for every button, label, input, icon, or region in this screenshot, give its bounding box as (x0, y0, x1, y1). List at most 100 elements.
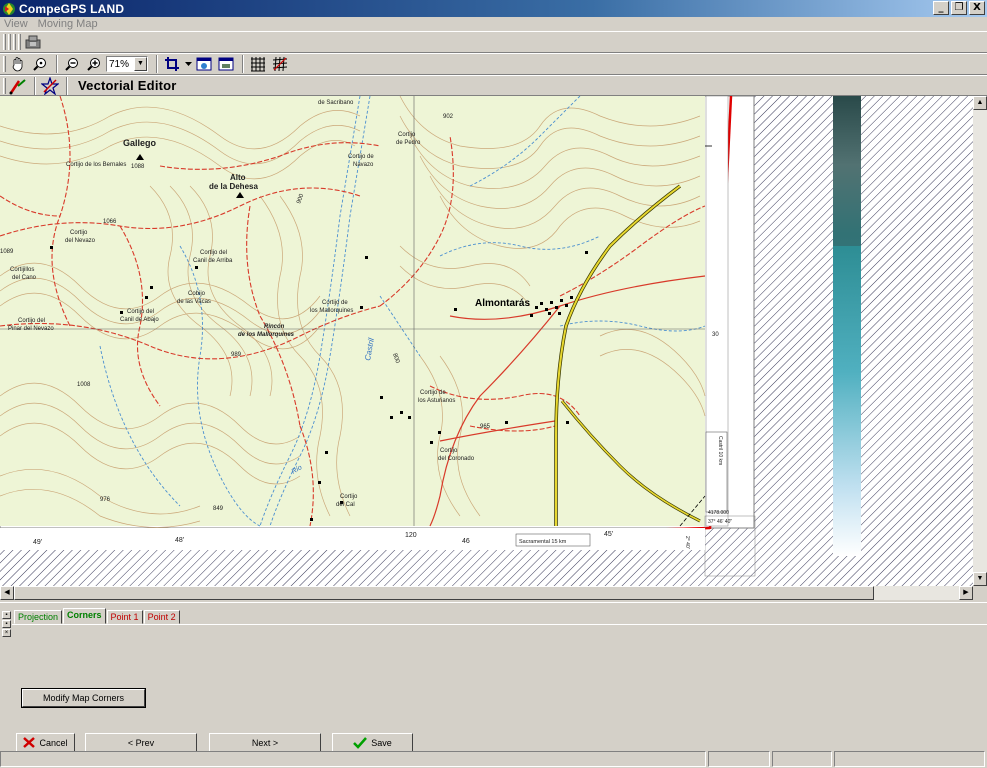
map-label: 1008 (77, 382, 91, 388)
scroll-down-icon[interactable]: ▼ (973, 572, 987, 586)
map-label: Cortijo de (348, 154, 374, 160)
pin-icon[interactable]: ▪ (2, 611, 11, 619)
tab-corners[interactable]: Corners (63, 608, 106, 624)
zoom-out-icon[interactable] (62, 55, 82, 73)
restore-button[interactable]: ❐ (951, 1, 967, 15)
hand-pan-icon[interactable] (8, 55, 28, 73)
title-bar: CompeGPS LAND _ ❐ X (0, 0, 987, 17)
map-label: Cortijillos (10, 267, 34, 273)
gps-device-icon[interactable] (23, 33, 43, 51)
horizontal-scrollbar[interactable]: ◀ ▶ (0, 586, 973, 600)
zoom-center-icon[interactable] (30, 55, 50, 73)
map-label: del Cano (12, 275, 37, 281)
toolbar-grip[interactable] (13, 34, 16, 50)
map-label: 30 (712, 332, 719, 338)
zoom-level-select[interactable]: 71% ▼ (106, 56, 148, 72)
tab-point-1[interactable]: Point 1 (106, 610, 143, 624)
map-window-icon[interactable] (216, 55, 236, 73)
scroll-right-icon[interactable]: ▶ (959, 586, 973, 600)
toolbar-grip[interactable] (8, 34, 11, 50)
cancel-button[interactable]: Cancel (16, 733, 75, 752)
panel-tabs: Projection Corners Point 1 Point 2 (14, 608, 181, 624)
toolbar-grip[interactable] (3, 56, 6, 72)
map-label: 37° 46' 40" (708, 519, 732, 525)
map-label: Cortijo (398, 132, 416, 138)
vertical-scrollbar[interactable]: ▲ ▼ (973, 96, 987, 586)
status-bar (0, 751, 987, 768)
minimize-button[interactable]: _ (933, 1, 949, 15)
close-panel-icon[interactable]: × (2, 629, 11, 637)
status-pane (708, 751, 770, 767)
toolbar-separator (66, 76, 68, 95)
menu-moving-map[interactable]: Moving Map (38, 18, 98, 30)
toolbar-grip[interactable] (3, 34, 6, 50)
modify-map-corners-button[interactable]: Modify Map Corners (21, 688, 146, 708)
grid-icon[interactable] (248, 55, 268, 73)
map-label: Sacramental 15 km (519, 539, 567, 545)
map-label: del Nevazo (65, 238, 96, 244)
map-label: Cobijo (188, 291, 206, 297)
status-pane (772, 751, 832, 767)
window-title: CompeGPS LAND (19, 1, 125, 16)
map-label: Cortijo (70, 230, 88, 236)
chevron-down-icon[interactable]: ▼ (134, 57, 147, 71)
scroll-up-icon[interactable]: ▲ (973, 96, 987, 110)
star-waypoint-icon[interactable] (40, 76, 60, 95)
checkmark-icon (353, 736, 368, 749)
map-label: 1066 (103, 219, 117, 225)
pen-edit-icon[interactable] (8, 77, 28, 95)
map-label: Canil de Arriba (193, 258, 233, 264)
toolbar-separator (242, 55, 244, 73)
map-label: Rincón (264, 324, 285, 330)
map-label: del Cal (336, 502, 355, 508)
map-label: 46 (462, 538, 470, 545)
map-label: Pinar del Nevazo (8, 326, 54, 332)
crop-dropdown-icon[interactable] (184, 55, 192, 73)
map-label: Castril 10 km (717, 436, 723, 465)
next-label: Next > (251, 737, 279, 748)
toolbar-grip[interactable] (18, 34, 21, 50)
menu-view[interactable]: View (4, 18, 28, 30)
map-label: Cortijo (340, 494, 358, 500)
map-label: de la Dehesa (209, 182, 258, 191)
map-label: Canil de Abajo (120, 317, 159, 323)
panel-side-controls: ▪ ▪ × (2, 611, 11, 638)
map-label: 4178.000 (708, 510, 729, 516)
tab-point-2[interactable]: Point 2 (143, 610, 180, 624)
map-label: Cortijo del (200, 250, 227, 256)
toolbar-top (0, 31, 987, 53)
map-label: 45' (604, 531, 613, 538)
utm-grid-icon[interactable] (270, 55, 290, 73)
scroll-thumb[interactable] (14, 586, 874, 600)
map-layers-icon[interactable] (194, 55, 214, 73)
toolbar-grip[interactable] (3, 77, 6, 94)
map-label: 976 (100, 497, 111, 503)
crop-select-icon[interactable] (162, 55, 182, 73)
tab-content-corners (12, 624, 987, 729)
prev-label: < Prev (127, 737, 155, 748)
map-label: Cortijo de los Bernales (66, 162, 126, 168)
map-label: Cortijo de (420, 390, 446, 396)
map-label: de Pedro (396, 140, 421, 146)
map-canvas[interactable]: de Sacribano Gallego 1088 Cortijo de los… (0, 96, 973, 586)
tab-projection[interactable]: Projection (14, 610, 63, 624)
map-label: Cortijo del (127, 309, 154, 315)
map-label: 965 (480, 424, 491, 430)
menu-bar: View Moving Map (0, 17, 987, 31)
map-label: Navazo (353, 162, 374, 168)
map-label: de los Mallorquines (238, 332, 295, 338)
map-label: 1088 (131, 164, 145, 170)
app-logo-icon (3, 2, 15, 15)
window-controls: _ ❐ X (931, 1, 985, 15)
scroll-left-icon[interactable]: ◀ (0, 586, 14, 600)
map-label: 48' (175, 537, 184, 544)
next-button[interactable]: Next > (209, 733, 321, 752)
toolbar-vectorial-editor: Vectorial Editor (0, 75, 987, 96)
zoom-in-icon[interactable] (84, 55, 104, 73)
save-button[interactable]: Save (332, 733, 413, 752)
map-label: del Coronado (438, 456, 475, 462)
prev-button[interactable]: < Prev (85, 733, 197, 752)
topographic-map[interactable]: de Sacribano Gallego 1088 Cortijo de los… (0, 96, 973, 586)
close-button[interactable]: X (969, 1, 985, 15)
dock-icon[interactable]: ▪ (2, 620, 11, 628)
